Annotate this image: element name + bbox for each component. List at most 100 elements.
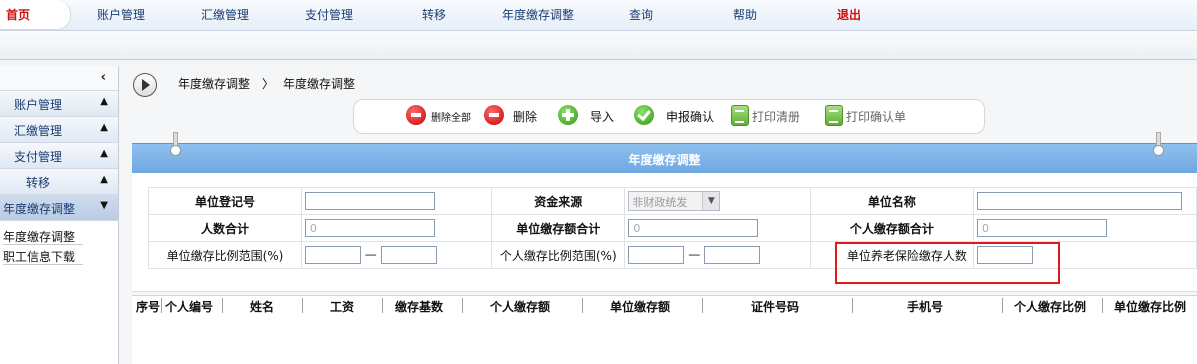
col-deposit-base[interactable]: 缴存基数 <box>395 298 443 315</box>
sidebar-subitem-label: 年度缴存调整 <box>3 230 84 245</box>
col-separator[interactable] <box>702 298 703 313</box>
col-personal-ratio[interactable]: 个人缴存比例 <box>1014 298 1086 315</box>
col-separator[interactable] <box>1102 298 1103 313</box>
grid-header: 序号 个人编号 姓名 工资 缴存基数 个人缴存额 单位缴存额 证件号码 手机号 … <box>132 295 1197 316</box>
top-nav: 首页 账户管理 汇缴管理 支付管理 转移 年度缴存调整 查询 帮助 退出 <box>0 0 1197 31</box>
fund-source-value: 非财政统发 <box>632 196 688 209</box>
col-separator[interactable] <box>302 298 303 313</box>
col-separator[interactable] <box>852 298 853 313</box>
nav-annual-adjustment[interactable]: 年度缴存调整 <box>502 6 574 23</box>
unit-ratio-min-input[interactable] <box>304 246 361 264</box>
total-people-input[interactable] <box>304 219 435 237</box>
nav-logout[interactable]: 退出 <box>837 6 861 23</box>
chevron-down-icon: ▼ <box>702 192 720 210</box>
sidebar-collapse-row: ‹ <box>0 66 118 91</box>
unit-deposit-total-input[interactable] <box>628 219 759 237</box>
breadcrumb-current: 年度缴存调整 <box>283 77 356 91</box>
sidebar-item-label: 年度缴存调整 <box>3 202 76 216</box>
toolbar: 删除全部 删除 导入 申报确认 打印清册 打印确认单 <box>353 99 985 134</box>
range-dash: — <box>364 247 377 262</box>
col-unit-ratio[interactable]: 单位缴存比例 <box>1114 298 1186 315</box>
unit-reg-no-label: 单位登记号 <box>148 187 302 215</box>
unit-name-cell <box>972 187 1197 215</box>
personal-deposit-total-cell <box>972 214 1197 242</box>
nav-query[interactable]: 查询 <box>629 6 653 23</box>
col-index[interactable]: 序号 <box>136 298 160 315</box>
total-people-label: 人数合计 <box>148 214 302 242</box>
sidebar-subitem-annual-adjustment[interactable]: 年度缴存调整 <box>0 227 118 247</box>
breadcrumb-separator: 〉 <box>262 77 275 91</box>
unit-reg-no-cell <box>300 187 493 215</box>
sidebar-item-collection[interactable]: 汇缴管理 ▲ <box>0 117 118 143</box>
sidebar: ‹ 账户管理 ▲ 汇缴管理 ▲ 支付管理 ▲ 转移 ▲ 年度缴存调整 ▼ 年度缴… <box>0 66 119 364</box>
chevron-up-icon: ▲ <box>100 122 108 133</box>
personal-ratio-range-cell: — <box>624 241 811 269</box>
minus-icon <box>406 105 426 125</box>
grid-body <box>132 315 1197 364</box>
sidebar-subitem-label: 职工信息下载 <box>3 250 84 265</box>
main-content: 年度缴存调整 〉 年度缴存调整 删除全部 删除 导入 申报确认 打印清册 打印确… <box>121 66 1197 364</box>
unit-name-label: 单位名称 <box>809 187 974 215</box>
pin-icon <box>1153 132 1164 156</box>
nav-collection-management[interactable]: 汇缴管理 <box>201 6 249 23</box>
col-separator[interactable] <box>161 298 162 313</box>
col-separator[interactable] <box>1002 298 1003 313</box>
sidebar-item-label: 账户管理 <box>14 98 63 112</box>
chevron-up-icon: ▲ <box>100 174 108 185</box>
sidebar-subitem-employee-download[interactable]: 职工信息下载 <box>0 247 118 267</box>
fund-source-select[interactable]: 非财政统发 ▼ <box>628 191 721 211</box>
section-title: 年度缴存调整 <box>628 153 701 167</box>
check-icon <box>634 105 654 125</box>
play-icon[interactable] <box>133 73 157 97</box>
sidebar-item-label: 转移 <box>26 176 51 190</box>
chevron-down-icon: ▼ <box>100 200 108 211</box>
col-separator[interactable] <box>382 298 383 313</box>
fund-source-cell: 非财政统发 ▼ <box>624 187 811 215</box>
col-personal-deposit[interactable]: 个人缴存额 <box>490 298 550 315</box>
document-icon <box>731 105 749 126</box>
nav-payment-management[interactable]: 支付管理 <box>305 6 353 23</box>
unit-ratio-range-label: 单位缴存比例范围(%) <box>148 241 302 269</box>
sidebar-item-payment[interactable]: 支付管理 ▲ <box>0 143 118 169</box>
unit-deposit-total-label: 单位缴存额合计 <box>491 214 626 242</box>
col-separator[interactable] <box>462 298 463 313</box>
nav-account-management[interactable]: 账户管理 <box>97 6 145 23</box>
sidebar-item-transfer[interactable]: 转移 ▲ <box>0 169 118 195</box>
confirm-label: 申报确认 <box>666 110 715 124</box>
personal-deposit-total-label: 个人缴存额合计 <box>809 214 974 242</box>
fund-source-label: 资金来源 <box>491 187 626 215</box>
chevron-up-icon: ▲ <box>100 148 108 159</box>
chevron-left-icon[interactable]: ‹ <box>101 70 106 85</box>
col-personal-id[interactable]: 个人编号 <box>165 298 213 315</box>
import-label: 导入 <box>590 110 615 124</box>
unit-deposit-total-cell <box>624 214 811 242</box>
sidebar-item-annual-adjustment[interactable]: 年度缴存调整 ▼ <box>0 195 118 221</box>
personal-ratio-max-input[interactable] <box>704 246 761 264</box>
unit-name-input[interactable] <box>976 192 1182 210</box>
print-confirm-label: 打印确认单 <box>846 110 907 124</box>
document-icon <box>825 105 843 126</box>
unit-ratio-range-cell: — <box>300 241 493 269</box>
col-separator[interactable] <box>222 298 223 313</box>
delete-all-label: 删除全部 <box>431 113 471 124</box>
personal-deposit-total-input[interactable] <box>976 219 1107 237</box>
col-separator[interactable] <box>582 298 583 313</box>
col-mobile[interactable]: 手机号 <box>907 298 943 315</box>
nav-transfer[interactable]: 转移 <box>422 6 446 23</box>
nav-home[interactable]: 首页 <box>6 6 30 23</box>
pin-icon <box>170 132 181 156</box>
minus-icon <box>484 105 504 125</box>
breadcrumb: 年度缴存调整 〉 年度缴存调整 <box>121 66 1197 100</box>
nav-help[interactable]: 帮助 <box>733 6 757 23</box>
col-name[interactable]: 姓名 <box>250 298 274 315</box>
personal-ratio-min-input[interactable] <box>628 246 685 264</box>
col-unit-deposit[interactable]: 单位缴存额 <box>610 298 670 315</box>
sidebar-item-account[interactable]: 账户管理 ▲ <box>0 91 118 117</box>
unit-reg-no-input[interactable] <box>304 192 435 210</box>
total-people-cell <box>300 214 493 242</box>
sidebar-item-label: 汇缴管理 <box>14 124 63 138</box>
unit-ratio-max-input[interactable] <box>380 246 437 264</box>
col-id-number[interactable]: 证件号码 <box>751 298 799 315</box>
col-wage[interactable]: 工资 <box>330 298 354 315</box>
delete-label: 删除 <box>513 110 538 124</box>
